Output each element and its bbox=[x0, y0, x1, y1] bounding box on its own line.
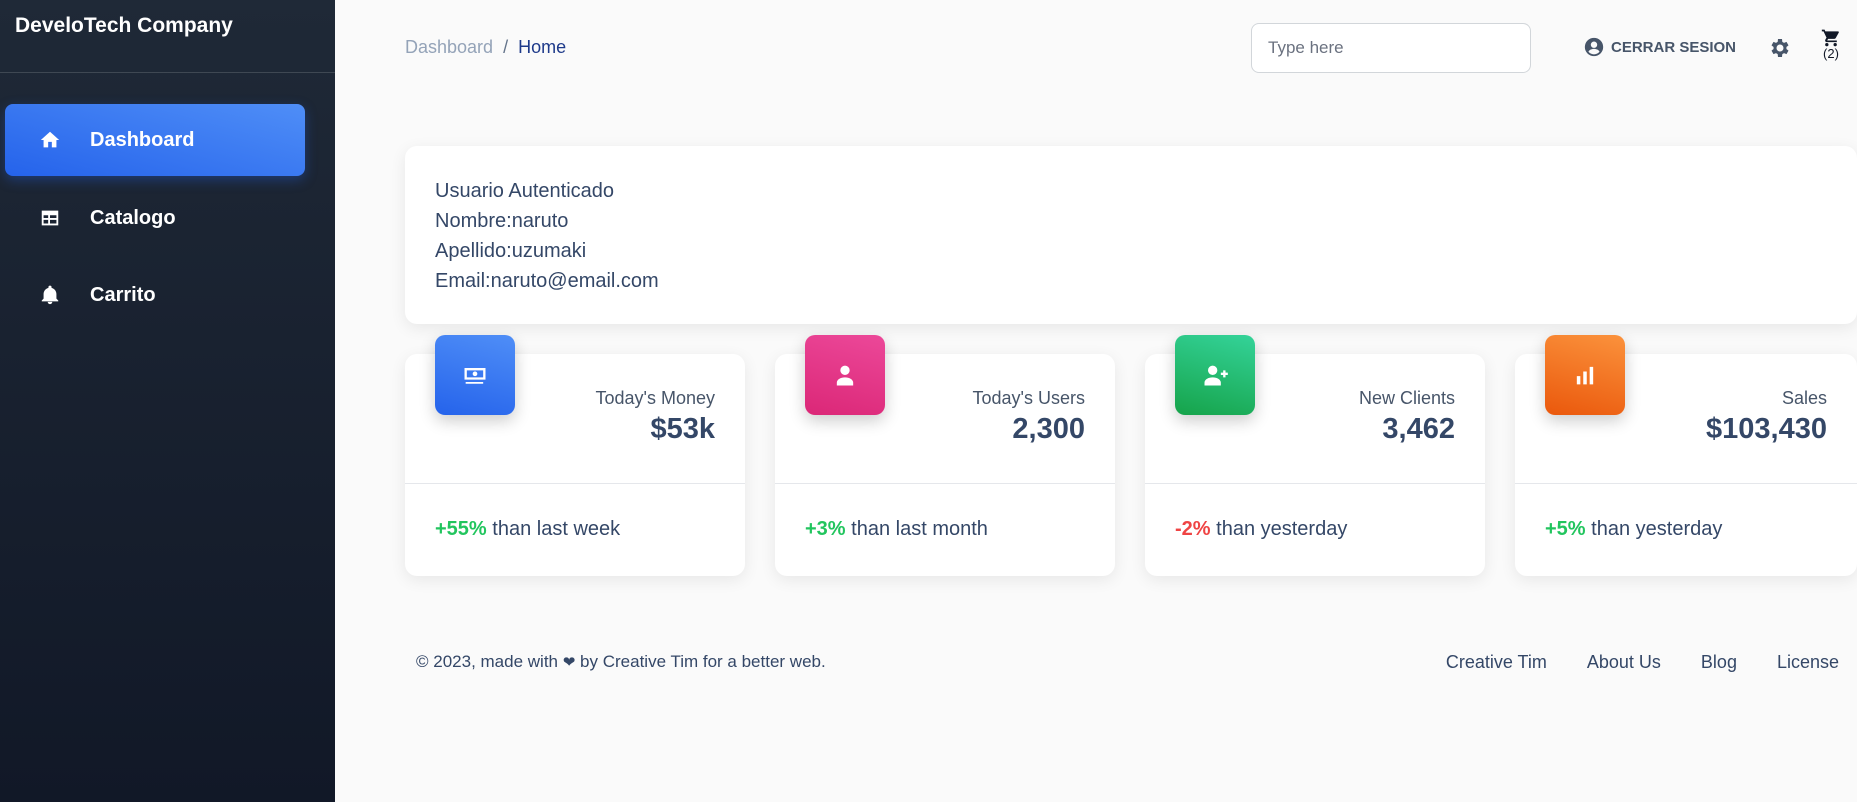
stat-card-users: Today's Users 2,300 +3% than last month bbox=[775, 335, 1115, 576]
stat-card-clients: New Clients 3,462 -2% than yesterday bbox=[1145, 335, 1485, 576]
footer-link-blog[interactable]: Blog bbox=[1701, 652, 1737, 673]
stat-value: $103,430 bbox=[1706, 413, 1827, 445]
stat-value: 3,462 bbox=[1382, 413, 1455, 445]
breadcrumb: Dashboard / Home bbox=[405, 37, 566, 58]
sidebar-item-label: Carrito bbox=[90, 283, 156, 306]
user-card-title: Usuario Autenticado bbox=[435, 180, 615, 202]
stat-footer: +55% than last week bbox=[435, 518, 620, 541]
sidebar-item-dashboard[interactable]: Dashboard bbox=[5, 104, 305, 176]
stat-change: +55% bbox=[435, 518, 487, 540]
person-add-icon bbox=[1175, 335, 1255, 415]
user-name: Nombre:naruto bbox=[435, 210, 569, 232]
sidebar-item-carrito[interactable]: Carrito bbox=[5, 259, 305, 331]
user-email: Email:naruto@email.com bbox=[435, 270, 659, 292]
logout-button[interactable]: CERRAR SESION bbox=[1583, 36, 1736, 58]
settings-button[interactable] bbox=[1768, 36, 1792, 60]
stat-divider bbox=[775, 483, 1115, 484]
stat-change: +3% bbox=[805, 518, 846, 540]
stat-footer: +3% than last month bbox=[805, 518, 988, 541]
stat-footer: +5% than yesterday bbox=[1545, 518, 1722, 541]
sidebar-item-label: Catalogo bbox=[90, 206, 176, 229]
home-icon bbox=[35, 125, 65, 155]
breadcrumb-current: Home bbox=[518, 37, 567, 57]
breadcrumb-separator: / bbox=[503, 37, 509, 57]
person-icon bbox=[805, 335, 885, 415]
stat-value: $53k bbox=[650, 413, 715, 445]
logout-label: CERRAR SESION bbox=[1611, 38, 1737, 56]
footer-copyright: © 2023, made with ❤ by Creative Tim for … bbox=[416, 652, 826, 672]
user-info-card: Usuario Autenticado Nombre:naruto Apelli… bbox=[405, 146, 1857, 324]
footer-link-creative-tim[interactable]: Creative Tim bbox=[1446, 652, 1547, 673]
table-icon bbox=[35, 203, 65, 233]
sidebar-item-label: Dashboard bbox=[90, 128, 195, 151]
user-surname: Apellido:uzumaki bbox=[435, 240, 587, 262]
stat-change-text: than yesterday bbox=[1216, 518, 1348, 540]
footer-link-about-us[interactable]: About Us bbox=[1587, 652, 1661, 673]
cart-button[interactable]: (2) bbox=[1818, 28, 1844, 61]
sidebar-item-catalogo[interactable]: Catalogo bbox=[5, 182, 305, 254]
sidebar-divider bbox=[0, 72, 335, 73]
footer-link-license[interactable]: License bbox=[1777, 652, 1839, 673]
stat-card-money: Today's Money $53k +55% than last week bbox=[405, 335, 745, 576]
stat-divider bbox=[1145, 483, 1485, 484]
stat-divider bbox=[1515, 483, 1857, 484]
stat-change-text: than last week bbox=[492, 518, 621, 540]
stat-label: New Clients bbox=[1358, 388, 1455, 408]
cart-icon bbox=[1821, 29, 1839, 47]
stat-label: Today's Money bbox=[595, 388, 716, 408]
stat-change-text: than yesterday bbox=[1591, 518, 1723, 540]
breadcrumb-parent-link[interactable]: Dashboard bbox=[405, 37, 493, 58]
stat-label: Sales bbox=[1781, 388, 1827, 408]
bell-icon bbox=[35, 280, 65, 310]
stat-label: Today's Users bbox=[972, 388, 1085, 408]
money-icon bbox=[435, 335, 515, 415]
user-circle-icon bbox=[1584, 37, 1604, 57]
stat-divider bbox=[405, 483, 745, 484]
copyright-suffix: by Creative Tim for a better web. bbox=[580, 652, 826, 671]
stat-change: -2% bbox=[1175, 518, 1211, 540]
cart-count-badge: (2) bbox=[1823, 46, 1839, 61]
stat-footer: -2% than yesterday bbox=[1175, 518, 1347, 541]
heart-icon: ❤ bbox=[562, 654, 576, 671]
bar-chart-icon bbox=[1545, 335, 1625, 415]
stat-value: 2,300 bbox=[1012, 413, 1085, 445]
stat-change-text: than last month bbox=[851, 518, 988, 540]
gear-icon bbox=[1771, 39, 1789, 57]
search-input[interactable] bbox=[1251, 23, 1531, 73]
copyright-text: © 2023, made with bbox=[416, 652, 558, 671]
brand-title[interactable]: DeveloTech Company bbox=[15, 14, 233, 38]
sidebar: DeveloTech Company Dashboard Catalogo Ca… bbox=[0, 0, 335, 802]
stat-change: +5% bbox=[1545, 518, 1586, 540]
footer-links: Creative Tim About Us Blog License bbox=[1446, 652, 1839, 673]
stat-card-sales: Sales $103,430 +5% than yesterday bbox=[1515, 335, 1857, 576]
